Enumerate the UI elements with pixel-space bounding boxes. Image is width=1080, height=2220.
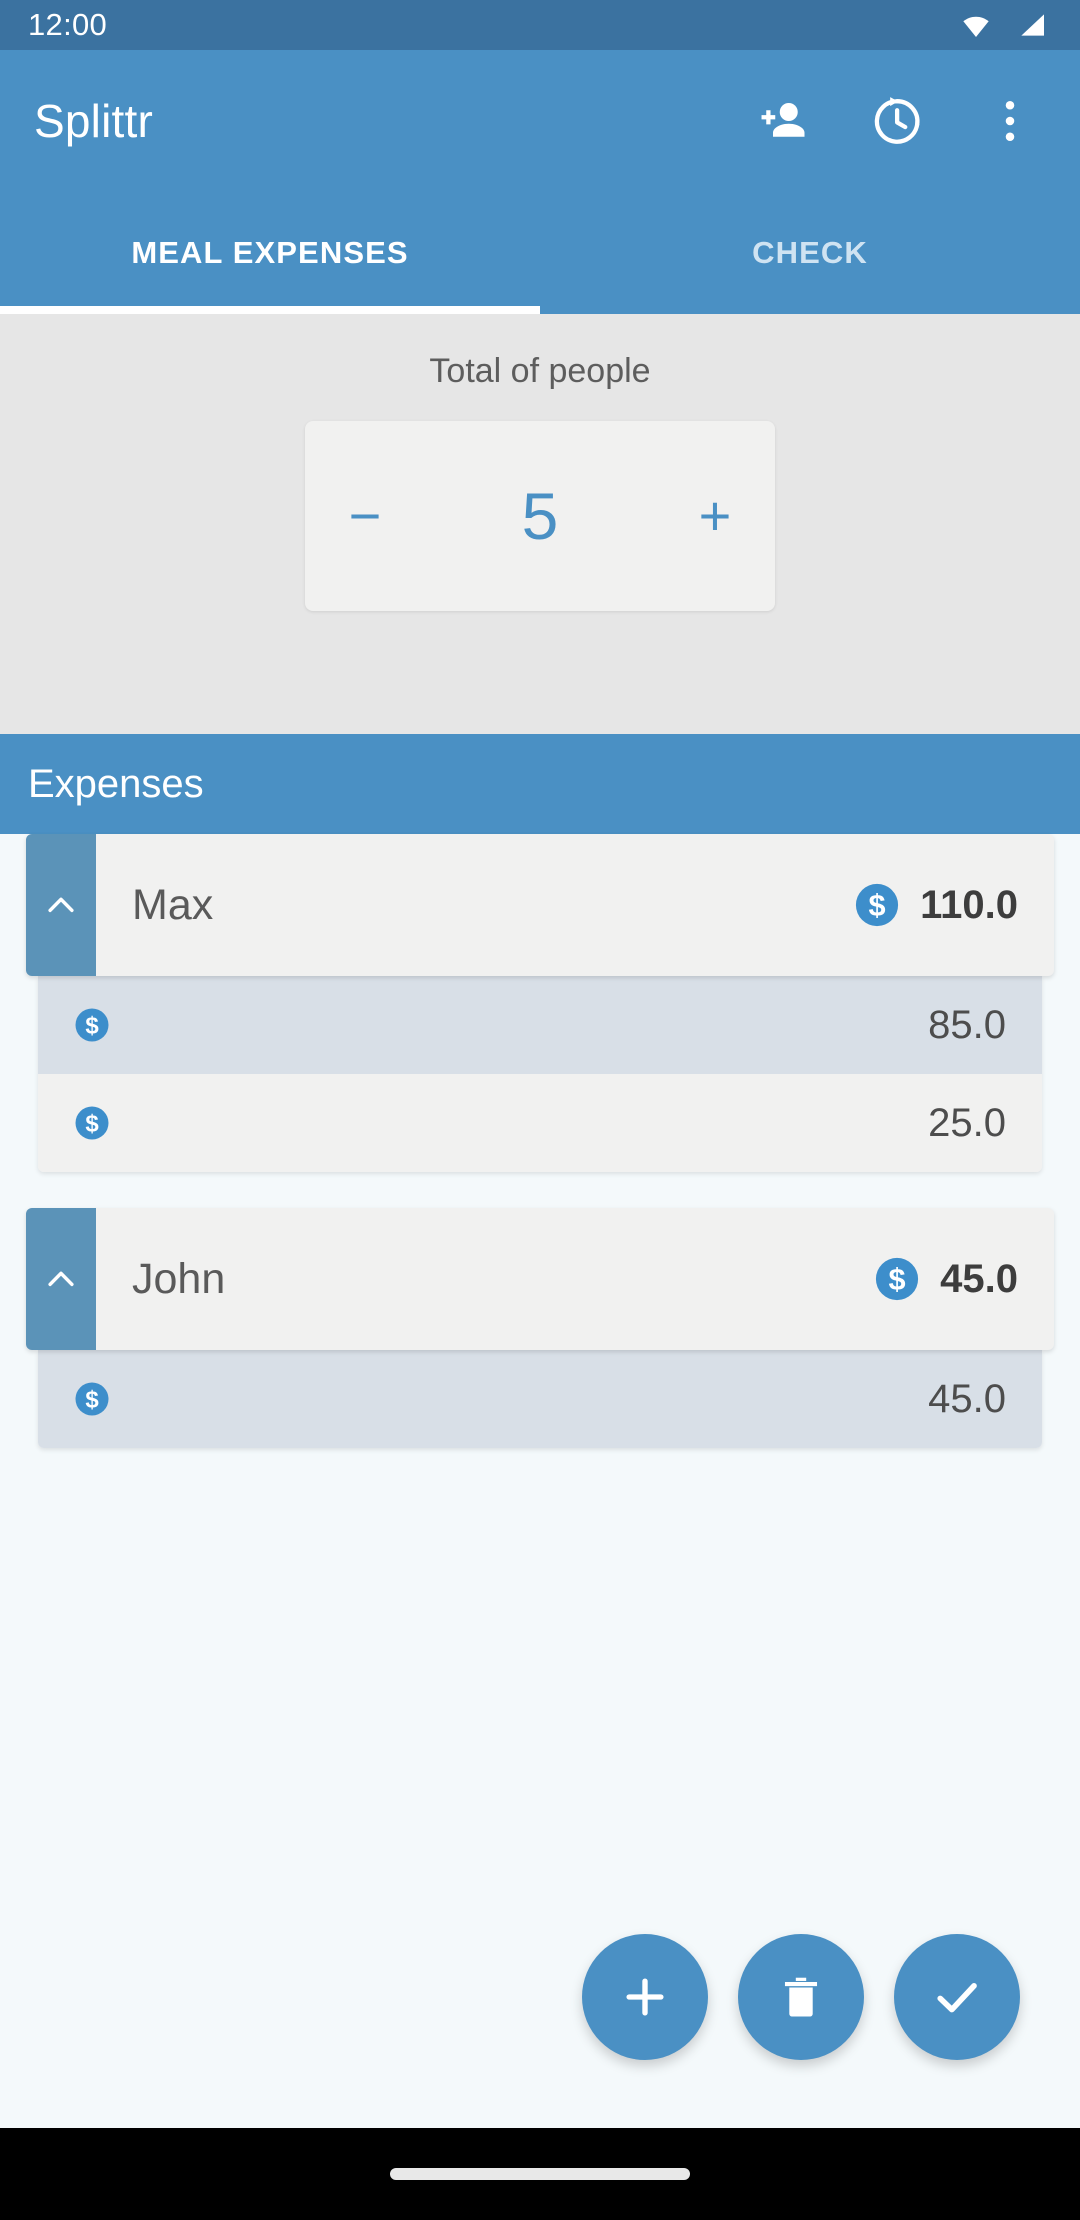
chevron-up-icon	[41, 885, 81, 925]
expense-item[interactable]: $ 85.0	[38, 976, 1042, 1074]
expenses-section-title: Expenses	[28, 761, 204, 806]
add-person-icon[interactable]	[754, 93, 810, 149]
status-bar: 12:00	[0, 0, 1080, 50]
svg-text:$: $	[85, 1012, 99, 1039]
tab-check[interactable]: CHECK	[540, 192, 1080, 314]
chevron-up-icon	[41, 1259, 81, 1299]
app-bar-actions	[754, 93, 1046, 149]
phone-screen: 12:00 Splittr MEAL EXPENSES CHECK Total …	[0, 0, 1080, 2220]
expense-group-total: 110.0	[920, 882, 1018, 927]
expense-group-total-wrap: $ 110.0	[854, 882, 1054, 928]
expense-item[interactable]: $ 25.0	[38, 1074, 1042, 1172]
expense-group-header[interactable]: John $ 45.0	[26, 1208, 1054, 1350]
trash-icon	[775, 1971, 827, 2023]
dollar-icon: $	[74, 1381, 110, 1417]
delete-fab[interactable]	[738, 1934, 864, 2060]
expense-item-amount: 25.0	[928, 1100, 1006, 1145]
people-counter-label: Total of people	[429, 352, 651, 390]
dollar-icon: $	[74, 1105, 110, 1141]
people-count-value[interactable]: 5	[425, 483, 655, 549]
gesture-pill[interactable]	[390, 2168, 690, 2180]
expense-group-name: Max	[132, 880, 214, 929]
wifi-icon	[956, 9, 996, 41]
plus-icon	[617, 1969, 673, 2025]
expense-item-amount: 45.0	[928, 1376, 1006, 1421]
dollar-icon: $	[74, 1007, 110, 1043]
status-bar-clock: 12:00	[28, 7, 108, 42]
svg-text:$: $	[85, 1386, 99, 1413]
cellular-signal-icon	[1012, 9, 1052, 41]
expense-item-amount: 85.0	[928, 1002, 1006, 1047]
history-icon[interactable]	[868, 93, 924, 149]
floating-action-buttons	[0, 1934, 1080, 2060]
tab-meal-expenses[interactable]: MEAL EXPENSES	[0, 192, 540, 314]
tab-indicator	[0, 306, 540, 314]
collapse-toggle[interactable]	[26, 834, 96, 976]
svg-text:$: $	[869, 889, 886, 923]
expense-group-total-wrap: $ 45.0	[874, 1256, 1054, 1302]
app-title: Splittr	[34, 95, 153, 147]
expense-list: Max $ 110.0 $ 85.0 $ 25.0 John $ 45.0 $ …	[0, 834, 1080, 1462]
expenses-section-header: Expenses	[0, 734, 1080, 834]
decrement-people-button[interactable]: −	[305, 421, 425, 611]
expense-item[interactable]: $ 45.0	[38, 1350, 1042, 1448]
expense-group-total: 45.0	[940, 1256, 1018, 1301]
check-icon	[929, 1969, 985, 2025]
collapse-toggle[interactable]	[26, 1208, 96, 1350]
people-counter-panel: Total of people − 5 +	[0, 314, 1080, 734]
expense-item-list: $ 45.0	[38, 1350, 1042, 1448]
confirm-fab[interactable]	[894, 1934, 1020, 2060]
app-bar: Splittr	[0, 50, 1080, 192]
tab-bar: MEAL EXPENSES CHECK	[0, 192, 1080, 314]
overflow-menu-icon[interactable]	[982, 93, 1038, 149]
svg-text:$: $	[889, 1263, 906, 1297]
increment-people-button[interactable]: +	[655, 421, 775, 611]
add-expense-fab[interactable]	[582, 1934, 708, 2060]
system-navigation-bar	[0, 2128, 1080, 2220]
expense-group-name: John	[132, 1254, 226, 1303]
expense-group-header[interactable]: Max $ 110.0	[26, 834, 1054, 976]
expense-item-list: $ 85.0 $ 25.0	[38, 976, 1042, 1172]
expense-group: Max $ 110.0 $ 85.0 $ 25.0	[0, 834, 1080, 1172]
dollar-icon: $	[854, 882, 900, 928]
dollar-icon: $	[874, 1256, 920, 1302]
status-bar-icons	[956, 9, 1052, 41]
expense-group: John $ 45.0 $ 45.0	[0, 1208, 1080, 1448]
svg-text:$: $	[85, 1110, 99, 1137]
people-counter-stepper: − 5 +	[305, 421, 775, 611]
